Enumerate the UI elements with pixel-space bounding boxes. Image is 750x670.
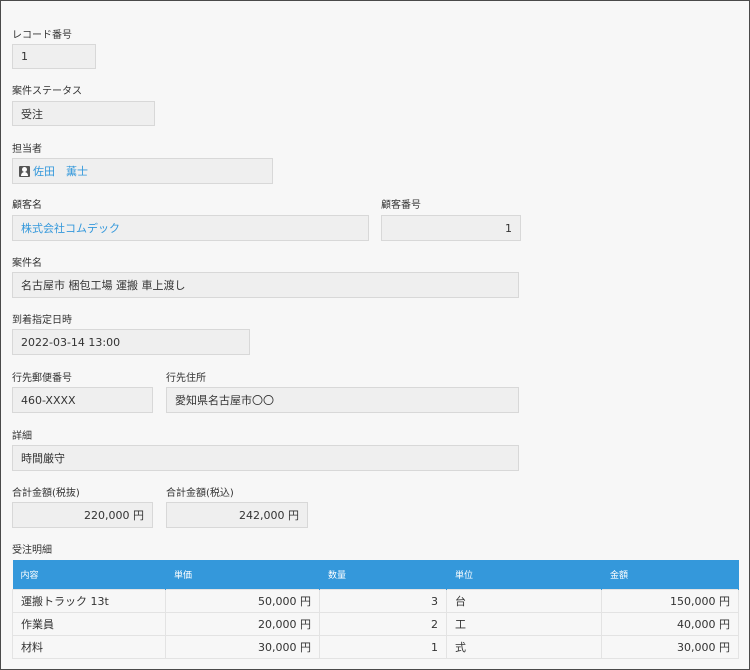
arrival-label: 到着指定日時 [12,315,72,326]
assignee-label: 担当者 [12,144,42,155]
column-header: 単位 [446,560,602,590]
table-cell: 20,000 円 [165,612,320,636]
table-cell: 50,000 円 [165,589,320,613]
total-in-field: 242,000 円 [166,502,308,528]
total-ex-field: 220,000 円 [12,502,153,528]
record-no-field: 1 [12,44,96,69]
details-label: 詳細 [12,431,32,442]
table-row: 材料 30,000 円 1 式 30,000 円 [12,635,739,659]
column-header: 内容 [12,560,166,590]
column-header: 金額 [601,560,739,590]
table-row: 作業員 20,000 円 2 工 40,000 円 [12,612,739,636]
table-row: 運搬トラック 13t 50,000 円 3 台 150,000 円 [12,589,739,613]
postal-field: 460-XXXX [12,387,153,413]
address-field: 愛知県名古屋市〇〇 [166,387,519,413]
column-header: 数量 [319,560,447,590]
order-detail-table: 内容 単価 数量 単位 金額 運搬トラック 13t 50,000 円 3 台 1… [12,560,739,659]
total-in-label: 合計金額(税込) [166,488,234,499]
table-cell: 30,000 円 [601,635,739,659]
table-cell: 式 [446,635,602,659]
column-header: 単価 [165,560,320,590]
status-label: 案件ステータス [12,86,82,97]
table-cell: 材料 [12,635,166,659]
customer-link[interactable]: 株式会社コムデック [21,220,120,236]
table-cell: 3 [319,589,447,613]
table-cell: 30,000 円 [165,635,320,659]
order-table-label: 受注明細 [12,545,52,556]
customer-no-label: 顧客番号 [381,200,421,211]
address-label: 行先住所 [166,373,206,384]
table-cell: 1 [319,635,447,659]
project-label: 案件名 [12,258,42,269]
postal-label: 行先郵便番号 [12,373,72,384]
table-cell: 作業員 [12,612,166,636]
customer-field: 株式会社コムデック [12,215,369,241]
total-ex-label: 合計金額(税抜) [12,488,80,499]
status-field: 受注 [12,101,155,126]
table-cell: 2 [319,612,447,636]
assignee-link[interactable]: 佐田 薫士 [33,163,88,179]
user-icon [19,165,30,177]
customer-no-field: 1 [381,215,521,241]
table-cell: 工 [446,612,602,636]
table-cell: 150,000 円 [601,589,739,613]
customer-label: 顧客名 [12,200,42,211]
table-cell: 40,000 円 [601,612,739,636]
project-field: 名古屋市 梱包工場 運搬 車上渡し [12,272,519,298]
table-header-row: 内容 単価 数量 単位 金額 [12,560,739,590]
table-cell: 台 [446,589,602,613]
record-detail-form: レコード番号 1 案件ステータス 受注 担当者 佐田 薫士 顧客名 株式会社コム… [0,0,750,670]
assignee-field: 佐田 薫士 [12,158,273,184]
record-no-label: レコード番号 [12,30,72,41]
details-field: 時間厳守 [12,445,519,471]
arrival-field: 2022-03-14 13:00 [12,329,250,355]
table-cell: 運搬トラック 13t [12,589,166,613]
